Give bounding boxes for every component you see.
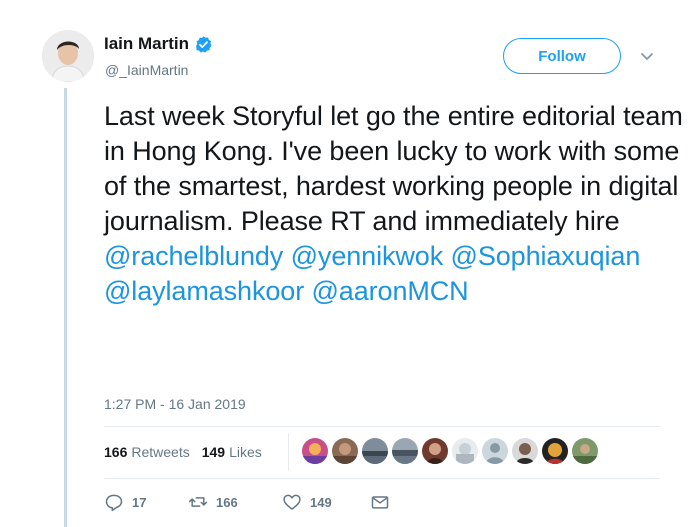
divider: [104, 478, 660, 479]
likes-count: 149: [201, 444, 226, 460]
retweets-count: 166: [104, 444, 128, 460]
thread-line: [64, 88, 67, 527]
mention-link[interactable]: @Sophiaxuqian: [451, 241, 641, 271]
reply-count: 17: [132, 494, 147, 510]
tweet-actions: 17 166 149: [104, 492, 390, 512]
engagement-stats: 166 Retweets 149 Likes: [104, 444, 274, 460]
liker-avatar[interactable]: [422, 438, 448, 464]
retweet-icon: [188, 497, 208, 507]
liker-avatar[interactable]: [452, 438, 478, 464]
follow-button[interactable]: Follow: [503, 38, 621, 74]
retweet-count: 166: [216, 494, 238, 510]
liker-avatars: [302, 438, 602, 464]
retweets-stat[interactable]: 166 Retweets: [104, 444, 190, 460]
like-count: 149: [310, 494, 332, 510]
tweet-text: Last week Storyful let go the entire edi…: [104, 99, 684, 309]
avatar[interactable]: [42, 30, 94, 82]
likes-label: Likes: [229, 444, 262, 460]
liker-avatar[interactable]: [572, 438, 598, 464]
liker-avatar[interactable]: [512, 438, 538, 464]
mention-link[interactable]: @aaronMCN: [312, 276, 469, 306]
mention-link[interactable]: @rachelblundy: [104, 241, 283, 271]
tweet-body: Last week Storyful let go the entire edi…: [104, 101, 683, 236]
reply-icon: [105, 494, 123, 512]
direct-message-button[interactable]: [370, 492, 390, 512]
verified-badge-icon: [196, 35, 212, 53]
divider: [104, 426, 660, 427]
retweet-button[interactable]: 166: [188, 492, 282, 512]
envelope-icon: [371, 496, 389, 509]
stats-separator: [288, 433, 289, 471]
chevron-down-icon[interactable]: [640, 52, 654, 62]
liker-avatar[interactable]: [302, 438, 328, 464]
liker-avatar[interactable]: [482, 438, 508, 464]
likes-stat[interactable]: 149 Likes: [202, 444, 262, 460]
author-name[interactable]: Iain Martin: [104, 34, 189, 54]
author-handle[interactable]: @_IainMartin: [105, 62, 188, 78]
liker-avatar[interactable]: [362, 438, 388, 464]
heart-icon: [283, 494, 301, 510]
retweets-label: Retweets: [131, 444, 190, 460]
like-button[interactable]: 149: [282, 492, 370, 512]
mention-link[interactable]: @laylamashkoor: [104, 276, 304, 306]
tweet-timestamp[interactable]: 1:27 PM - 16 Jan 2019: [104, 396, 246, 412]
liker-avatar[interactable]: [332, 438, 358, 464]
mention-link[interactable]: @yennikwok: [291, 241, 444, 271]
reply-button[interactable]: 17: [104, 492, 188, 512]
liker-avatar[interactable]: [392, 438, 418, 464]
liker-avatar[interactable]: [542, 438, 568, 464]
avatar-image: [42, 30, 94, 82]
